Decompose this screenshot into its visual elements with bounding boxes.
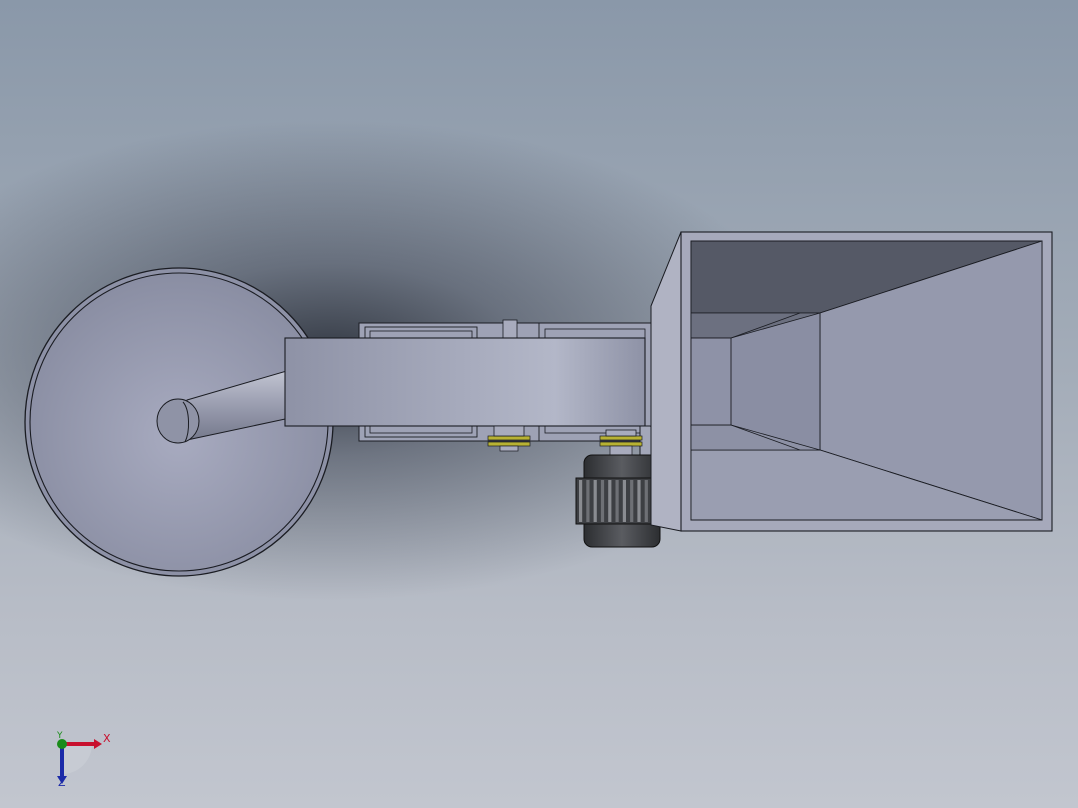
cad-viewport[interactable]: X Y Z: [0, 0, 1078, 808]
z-axis-label: Z: [58, 776, 66, 789]
hopper[interactable]: [650, 231, 1053, 532]
motor-fin: [586, 480, 590, 522]
motor-fin: [593, 480, 597, 522]
motor-fin: [608, 480, 612, 522]
pulley-right[interactable]: [599, 429, 643, 456]
motor-fin: [600, 480, 605, 522]
pulley-left[interactable]: [487, 425, 531, 452]
motor-fin: [644, 480, 648, 522]
gear-housing[interactable]: [284, 337, 646, 427]
motor-fin: [615, 480, 619, 522]
x-axis-arrowhead: [94, 739, 102, 749]
x-axis-label: X: [103, 732, 111, 745]
motor-fin: [637, 480, 641, 522]
motor-fin: [579, 480, 583, 522]
y-axis-label: Y: [57, 731, 63, 741]
motor-fin: [622, 480, 626, 522]
triad-quarter-disc: [62, 744, 92, 774]
motor-fin: [630, 480, 634, 522]
cad-model[interactable]: [0, 0, 1078, 808]
